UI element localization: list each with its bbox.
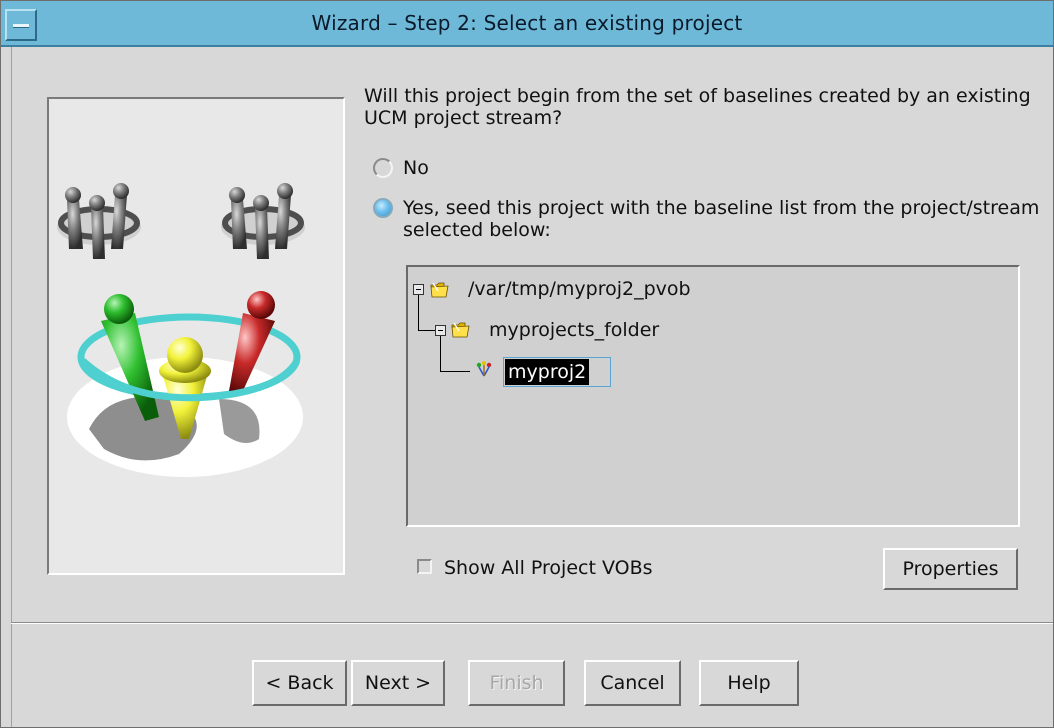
grey-figures-right bbox=[221, 183, 305, 259]
radio-no-label[interactable]: No bbox=[403, 157, 1043, 179]
title-bar[interactable]: Wizard – Step 2: Select an existing proj… bbox=[1, 1, 1053, 47]
tree-selection-frame: myproj2 bbox=[503, 357, 611, 387]
help-button[interactable]: Help bbox=[699, 660, 799, 706]
folder-icon bbox=[430, 282, 449, 298]
project-tree[interactable]: /var/tmp/myproj2_pvob myprojects_folder … bbox=[406, 265, 1020, 527]
tree-item-pvob[interactable]: /var/tmp/myproj2_pvob bbox=[468, 278, 691, 300]
next-button-label: Next > bbox=[364, 672, 432, 694]
tree-expander-root[interactable] bbox=[413, 284, 424, 295]
tree-connector bbox=[440, 333, 441, 371]
window-frame-edge bbox=[1, 47, 12, 727]
finish-button-label: Finish bbox=[489, 672, 544, 694]
window-title: Wizard – Step 2: Select an existing proj… bbox=[311, 11, 743, 35]
button-area-separator bbox=[11, 622, 1053, 624]
back-button[interactable]: < Back bbox=[252, 660, 347, 706]
properties-button[interactable]: Properties bbox=[883, 548, 1018, 590]
tree-item-folder[interactable]: myprojects_folder bbox=[489, 319, 659, 341]
properties-button-label: Properties bbox=[902, 558, 999, 580]
ucm-project-icon bbox=[476, 361, 492, 377]
finish-button[interactable]: Finish bbox=[468, 660, 565, 706]
wizard-window: Wizard – Step 2: Select an existing proj… bbox=[0, 0, 1054, 728]
folder-icon bbox=[451, 322, 470, 338]
radio-no-button[interactable] bbox=[373, 158, 393, 178]
wizard-illustration-panel bbox=[47, 97, 345, 575]
cancel-button[interactable]: Cancel bbox=[584, 660, 681, 706]
cancel-button-label: Cancel bbox=[600, 672, 665, 694]
next-button[interactable]: Next > bbox=[351, 660, 445, 706]
tree-item-project[interactable]: myproj2 bbox=[505, 359, 590, 385]
back-button-label: < Back bbox=[265, 672, 334, 694]
tree-expander-folder[interactable] bbox=[435, 325, 446, 336]
tree-connector bbox=[440, 371, 470, 372]
wizard-question: Will this project begin from the set of … bbox=[364, 85, 1031, 129]
grey-figures-left bbox=[57, 183, 141, 259]
radio-yes-label[interactable]: Yes, seed this project with the baseline… bbox=[403, 197, 1043, 241]
show-all-vobs-label[interactable]: Show All Project VOBs bbox=[444, 557, 653, 579]
radio-yes-button[interactable] bbox=[373, 198, 393, 218]
show-all-vobs-checkbox[interactable] bbox=[417, 559, 432, 574]
help-button-label: Help bbox=[727, 672, 771, 694]
tree-connector bbox=[418, 289, 419, 331]
ucm-team-illustration bbox=[57, 183, 305, 477]
